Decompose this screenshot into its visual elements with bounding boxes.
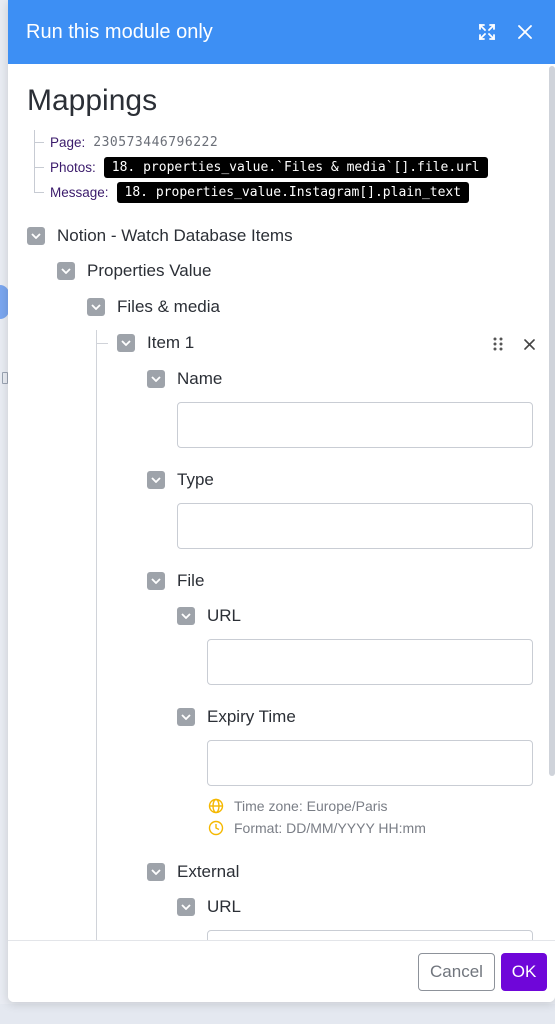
mapping-label: Page: bbox=[50, 135, 86, 150]
name-input[interactable] bbox=[177, 402, 533, 448]
collapse-checkbox[interactable] bbox=[147, 863, 165, 881]
node-label: Notion - Watch Database Items bbox=[57, 226, 293, 245]
item-actions bbox=[477, 334, 539, 354]
node-label: Type bbox=[177, 470, 214, 489]
remove-item-icon[interactable] bbox=[519, 334, 539, 354]
expand-arrows-icon[interactable] bbox=[475, 20, 499, 44]
mappings-heading: Mappings bbox=[27, 84, 158, 117]
mapping-label: Photos: bbox=[50, 160, 96, 175]
tree-node-item-1: Item 1 bbox=[117, 331, 194, 355]
node-label: URL bbox=[207, 606, 242, 625]
collapse-checkbox[interactable] bbox=[117, 334, 135, 352]
dialog-header: Run this module only bbox=[8, 0, 555, 64]
dialog-footer: Cancel OK bbox=[8, 940, 555, 1002]
close-icon[interactable] bbox=[513, 20, 537, 44]
mapping-row-photos: Photos: 18. properties_value.`Files & me… bbox=[34, 155, 488, 180]
node-label: Name bbox=[177, 369, 223, 388]
mappings-list: Page: 230573446796222 Photos: 18. proper… bbox=[34, 130, 488, 205]
node-label: External bbox=[177, 862, 240, 881]
tree-node-file: File bbox=[147, 569, 204, 593]
timezone-hint: Time zone: Europe/Paris bbox=[208, 798, 388, 814]
tree-node-root: Notion - Watch Database Items bbox=[27, 224, 293, 248]
run-module-dialog: Run this module only Mappings Page: 2305… bbox=[8, 0, 555, 1002]
node-label: Files & media bbox=[117, 297, 220, 316]
ok-button[interactable]: OK bbox=[501, 953, 547, 991]
tree-node-files-media: Files & media bbox=[87, 295, 220, 319]
format-text: Format: DD/MM/YYYY HH:mm bbox=[234, 820, 426, 836]
mapping-row-message: Message: 18. properties_value.Instagram[… bbox=[34, 180, 488, 205]
node-label: Item 1 bbox=[147, 333, 195, 352]
collapse-checkbox[interactable] bbox=[177, 898, 195, 916]
mapping-value-pill: 18. properties_value.`Files & media`[].f… bbox=[103, 157, 488, 178]
file-url-input[interactable] bbox=[207, 639, 533, 685]
mapping-value: 230573446796222 bbox=[93, 135, 219, 150]
clock-icon bbox=[208, 820, 224, 836]
collapse-checkbox[interactable] bbox=[147, 471, 165, 489]
collapse-checkbox[interactable] bbox=[87, 298, 105, 316]
tree-node-external: External bbox=[147, 860, 239, 884]
mapping-label: Message: bbox=[50, 185, 109, 200]
type-input[interactable] bbox=[177, 503, 533, 549]
background-strip bbox=[0, 1004, 555, 1024]
collapse-checkbox[interactable] bbox=[147, 370, 165, 388]
scrollbar[interactable] bbox=[549, 66, 555, 776]
timezone-text: Time zone: Europe/Paris bbox=[234, 798, 388, 814]
node-label: Expiry Time bbox=[207, 707, 296, 726]
tree-node-expiry-time: Expiry Time bbox=[177, 705, 296, 729]
tree-node-properties-value: Properties Value bbox=[57, 259, 211, 283]
collapse-checkbox[interactable] bbox=[177, 708, 195, 726]
tree-node-external-url: URL bbox=[177, 895, 241, 919]
collapse-checkbox[interactable] bbox=[27, 227, 45, 245]
tree-connector bbox=[96, 330, 97, 940]
mapping-row-page: Page: 230573446796222 bbox=[34, 130, 488, 155]
tree-node-name: Name bbox=[147, 367, 222, 391]
dialog-title: Run this module only bbox=[26, 20, 213, 43]
tree-node-url: URL bbox=[177, 604, 241, 628]
tree-node-type: Type bbox=[147, 468, 214, 492]
node-label: Properties Value bbox=[87, 261, 212, 280]
node-label: File bbox=[177, 571, 205, 590]
node-label: URL bbox=[207, 897, 242, 916]
dialog-body: Mappings Page: 230573446796222 Photos: 1… bbox=[8, 64, 555, 940]
cancel-button[interactable]: Cancel bbox=[418, 953, 495, 991]
globe-icon bbox=[208, 798, 224, 814]
collapse-checkbox[interactable] bbox=[147, 572, 165, 590]
tree-connector bbox=[96, 343, 108, 344]
mapping-value-pill: 18. properties_value.Instagram[].plain_t… bbox=[116, 182, 470, 203]
external-url-input[interactable] bbox=[207, 930, 533, 940]
format-hint: Format: DD/MM/YYYY HH:mm bbox=[208, 820, 426, 836]
collapse-checkbox[interactable] bbox=[177, 607, 195, 625]
collapse-checkbox[interactable] bbox=[57, 262, 75, 280]
expiry-time-input[interactable] bbox=[207, 740, 533, 786]
drag-handle-icon[interactable] bbox=[488, 334, 508, 354]
